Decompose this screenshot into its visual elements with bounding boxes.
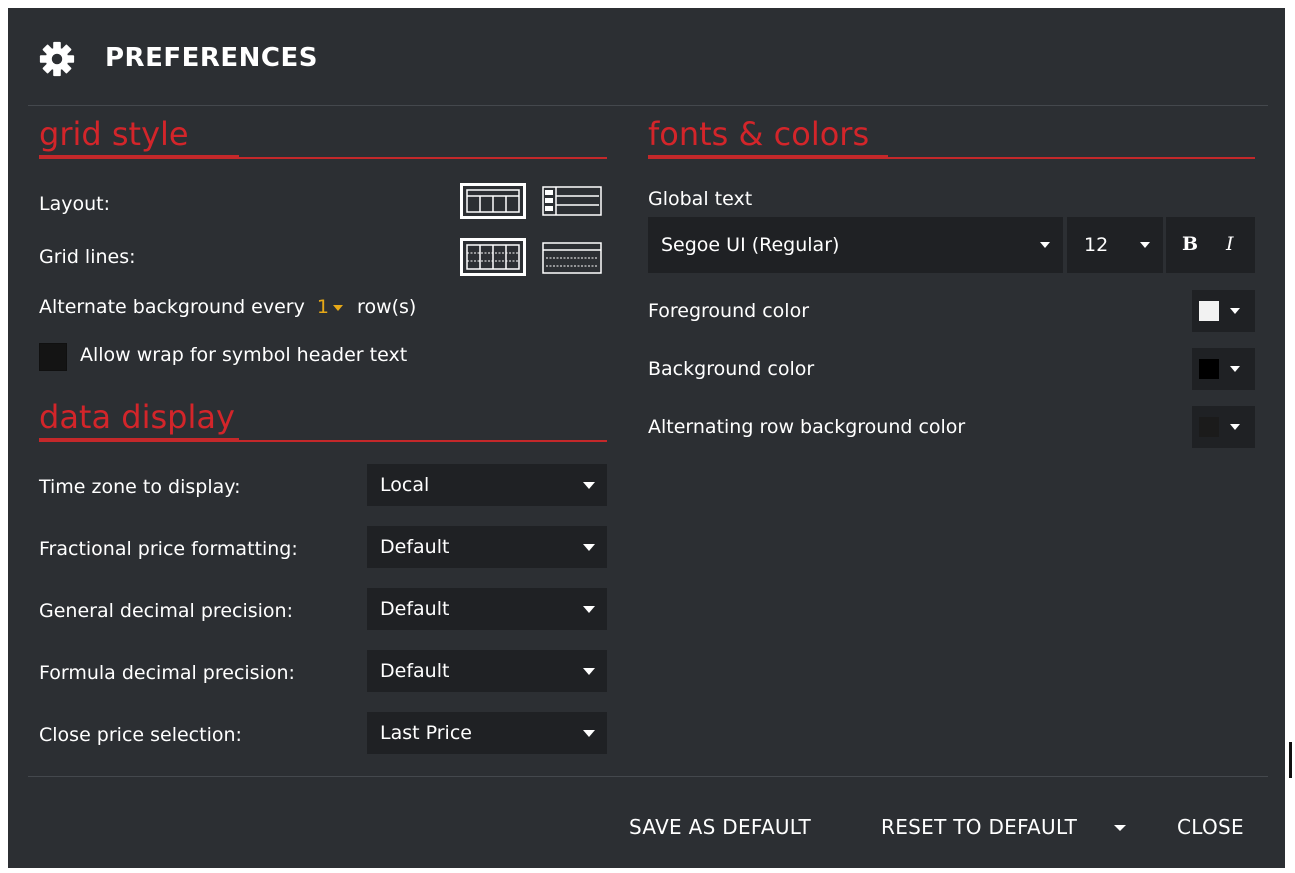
dialog-title: PREFERENCES (105, 43, 318, 73)
background-swatch (1199, 359, 1219, 379)
background-color-picker[interactable] (1192, 348, 1255, 390)
fractional-price-value: Default (380, 536, 450, 558)
layout-label: Layout: (39, 193, 110, 215)
background-color-label: Background color (648, 358, 815, 380)
formula-precision-select[interactable]: Default (367, 650, 607, 692)
title-divider (28, 105, 1268, 106)
italic-toggle[interactable]: I (1226, 233, 1234, 255)
close-button[interactable]: CLOSE (1177, 815, 1244, 839)
chevron-down-icon (1230, 424, 1240, 430)
alternate-rows-value: 1 (316, 296, 329, 318)
close-price-label: Close price selection: (39, 724, 242, 746)
chevron-down-icon (583, 482, 595, 489)
chevron-down-icon (583, 668, 595, 675)
font-family-value: Segoe UI (Regular) (661, 234, 840, 256)
foreground-color-picker[interactable] (1192, 290, 1255, 332)
general-precision-value: Default (380, 598, 450, 620)
bold-toggle[interactable]: B (1182, 233, 1198, 255)
title-bar: PREFERENCES (8, 8, 1285, 106)
fractional-price-label: Fractional price formatting: (39, 538, 298, 560)
foreground-swatch (1199, 301, 1219, 321)
font-style-toggles: B I (1166, 217, 1255, 273)
horizontal-lines-icon[interactable] (542, 242, 602, 274)
save-as-default-button[interactable]: SAVE AS DEFAULT (629, 815, 811, 839)
list-layout-icon[interactable] (542, 186, 602, 216)
chevron-down-icon (1140, 242, 1150, 248)
alternate-background-row: Alternate background every 1 row(s) (39, 296, 416, 318)
footer-divider (28, 776, 1268, 777)
close-price-value: Last Price (380, 722, 472, 744)
alt-row-color-label: Alternating row background color (648, 416, 966, 438)
fractional-price-select[interactable]: Default (367, 526, 607, 568)
font-family-select[interactable]: Segoe UI (Regular) (648, 217, 1063, 273)
font-size-select[interactable]: 12 (1067, 217, 1163, 273)
alt-row-color-picker[interactable] (1192, 406, 1255, 448)
alternate-rows-dropdown[interactable]: 1 (317, 296, 351, 318)
time-zone-value: Local (380, 474, 430, 496)
chevron-down-icon (1040, 242, 1050, 248)
formula-precision-label: Formula decimal precision: (39, 662, 295, 684)
reset-dropdown-icon[interactable] (1114, 825, 1126, 831)
all-lines-icon[interactable] (460, 238, 526, 276)
close-price-select[interactable]: Last Price (367, 712, 607, 754)
preferences-dialog: PREFERENCES grid style Layout: Grid line… (8, 8, 1285, 868)
reset-to-default-button[interactable]: RESET TO DEFAULT (881, 815, 1077, 839)
general-precision-select[interactable]: Default (367, 588, 607, 630)
global-text-label: Global text (648, 188, 753, 210)
data-display-heading: data display (39, 398, 235, 436)
grid-lines-label: Grid lines: (39, 246, 136, 268)
chevron-down-icon (583, 544, 595, 551)
grid-style-heading: grid style (39, 115, 189, 153)
formula-precision-value: Default (380, 660, 450, 682)
font-size-value: 12 (1084, 234, 1109, 256)
data-display-underline (39, 438, 607, 442)
caret-down-icon (333, 304, 343, 311)
grid-layout-icon[interactable] (460, 183, 526, 219)
chevron-down-icon (583, 730, 595, 737)
alt-row-swatch (1199, 417, 1219, 437)
fonts-colors-underline (648, 155, 1255, 159)
foreground-color-label: Foreground color (648, 300, 810, 322)
general-precision-label: General decimal precision: (39, 600, 293, 622)
wrap-header-checkbox[interactable] (39, 343, 67, 371)
fonts-colors-heading: fonts & colors (648, 115, 870, 153)
alternate-prefix-label: Alternate background every (39, 296, 305, 318)
wrap-header-label: Allow wrap for symbol header text (80, 344, 408, 366)
grid-style-underline (39, 155, 607, 159)
chevron-down-icon (1230, 308, 1240, 314)
time-zone-label: Time zone to display: (39, 476, 241, 498)
chevron-down-icon (1230, 366, 1240, 372)
alternate-suffix-label: row(s) (357, 296, 417, 318)
window-edge (1285, 0, 1295, 873)
chevron-down-icon (583, 606, 595, 613)
gear-icon (39, 41, 75, 77)
time-zone-select[interactable]: Local (367, 464, 607, 506)
